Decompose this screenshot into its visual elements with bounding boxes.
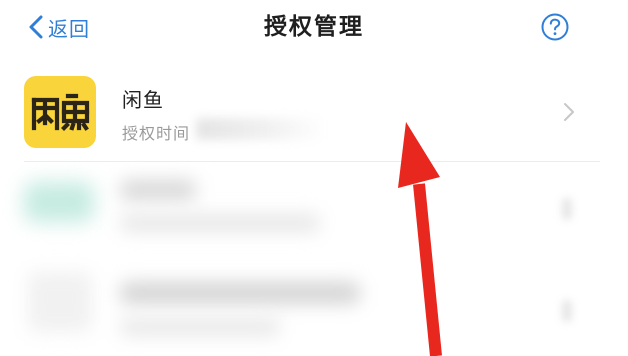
xianyu-app-icon [24,76,96,148]
redacted-app-icon [24,182,94,222]
authorization-management-screen: 返回 授权管理 闲鱼 授权时间 [0,0,628,356]
authorization-time-label: 授权时间 [122,124,191,143]
redacted-app-icon [28,272,92,332]
redacted-subtitle [120,214,320,232]
list-item-redacted-1[interactable] [0,162,628,258]
redacted-app-name [120,282,360,304]
redacted-chevron [562,300,572,322]
help-button[interactable] [540,12,570,42]
redacted-app-name [120,180,196,200]
question-circle-icon [540,12,570,42]
page-title: 授权管理 [264,14,364,40]
nav-header: 返回 授权管理 [0,0,628,56]
redacted-subtitle [120,318,280,336]
list-item-xianyu[interactable]: 闲鱼 授权时间 [0,66,628,162]
authorized-app-list: 闲鱼 授权时间 [0,66,628,354]
chevron-right-icon [562,102,576,122]
redacted-time-value [196,118,326,140]
redacted-chevron [562,198,572,220]
app-name: 闲鱼 [122,88,164,112]
list-item-redacted-2[interactable] [0,258,628,354]
